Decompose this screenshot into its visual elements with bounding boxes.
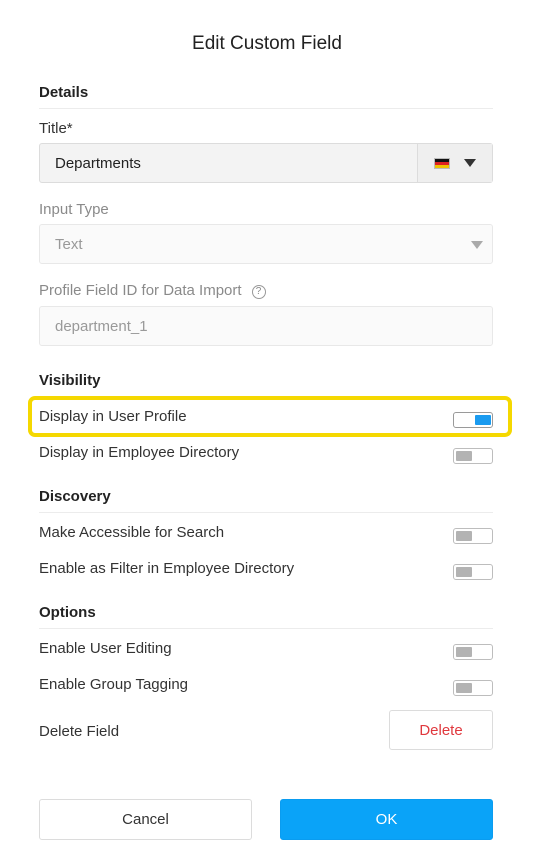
display-user-profile-label: Display in User Profile <box>39 408 187 425</box>
display-employee-directory-row: Display in Employee Directory <box>39 444 493 466</box>
details-heading: Details <box>39 84 493 109</box>
help-icon[interactable]: ? <box>251 284 266 299</box>
display-employee-directory-label: Display in Employee Directory <box>39 444 240 461</box>
chevron-down-icon <box>464 159 476 167</box>
dialog-title: Edit Custom Field <box>192 33 342 54</box>
display-user-profile-toggle[interactable] <box>453 412 493 428</box>
title-input[interactable]: Departments <box>39 143 493 183</box>
language-selector[interactable] <box>417 144 492 182</box>
group-tagging-toggle[interactable] <box>453 680 493 696</box>
german-flag-icon <box>434 157 450 169</box>
title-value: Departments <box>55 154 141 172</box>
delete-field-label: Delete Field <box>39 723 120 740</box>
display-employee-directory-toggle[interactable] <box>453 448 493 464</box>
input-type-value: Text <box>55 235 83 253</box>
profile-field-id-value: department_1 <box>55 317 148 335</box>
user-editing-row: Enable User Editing <box>39 640 493 662</box>
accessible-search-label: Make Accessible for Search <box>39 524 225 541</box>
display-user-profile-row: Display in User Profile <box>39 408 493 430</box>
profile-field-id-label: Profile Field ID for Data Import? <box>39 282 266 299</box>
visibility-heading: Visibility <box>39 372 493 397</box>
input-type-label: Input Type <box>39 201 109 218</box>
title-label: Title* <box>39 120 73 137</box>
profile-field-id-input[interactable]: department_1 <box>39 306 493 346</box>
cancel-button[interactable]: Cancel <box>39 799 252 840</box>
group-tagging-label: Enable Group Tagging <box>39 676 189 693</box>
chevron-down-icon <box>471 241 483 249</box>
filter-directory-toggle[interactable] <box>453 564 493 580</box>
delete-button[interactable]: Delete <box>389 710 493 750</box>
user-editing-toggle[interactable] <box>453 644 493 660</box>
options-heading: Options <box>39 604 493 629</box>
group-tagging-row: Enable Group Tagging <box>39 676 493 698</box>
input-type-select[interactable]: Text <box>39 224 493 264</box>
filter-directory-label: Enable as Filter in Employee Directory <box>39 560 295 577</box>
filter-directory-row: Enable as Filter in Employee Directory <box>39 560 493 582</box>
accessible-search-toggle[interactable] <box>453 528 493 544</box>
accessible-search-row: Make Accessible for Search <box>39 524 493 546</box>
ok-button[interactable]: OK <box>280 799 493 840</box>
edit-custom-field-dialog: Edit Custom Field Details Title* Departm… <box>0 0 534 855</box>
discovery-heading: Discovery <box>39 488 493 513</box>
user-editing-label: Enable User Editing <box>39 640 172 657</box>
